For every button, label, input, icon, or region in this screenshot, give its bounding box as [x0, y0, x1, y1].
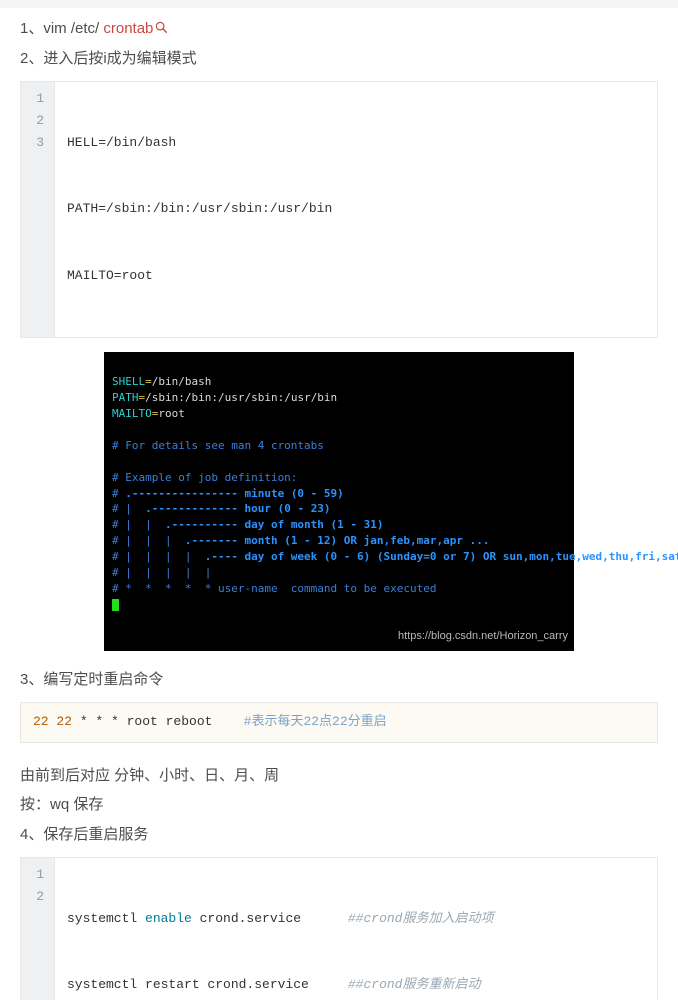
line-numbers: 1 2 3 — [21, 82, 55, 337]
t: SHELL — [112, 375, 145, 388]
watermark: https://blog.csdn.net/Horizon_carry — [398, 629, 568, 645]
code-line: HELL=/bin/bash — [67, 132, 645, 154]
t: root — [158, 407, 185, 420]
t: .---------------- minute (0 - 59) — [125, 487, 344, 500]
t: /sbin:/bin:/usr/sbin:/usr/bin — [145, 391, 337, 404]
code-block-env: 1 2 3 HELL=/bin/bash PATH=/sbin:/bin:/us… — [20, 81, 658, 338]
code-content[interactable]: systemctl enable crond.service ##crond服务… — [55, 858, 657, 1000]
code-content[interactable]: HELL=/bin/bash PATH=/sbin:/bin:/usr/sbin… — [55, 82, 657, 337]
terminal-image: SHELL=/bin/bash PATH=/sbin:/bin:/usr/sbi… — [104, 352, 574, 651]
explain-fields: 由前到后对应 分钟、小时、日、月、周 — [20, 761, 658, 791]
t: = — [145, 375, 152, 388]
code-line: systemctl enable crond.service ##crond服务… — [67, 908, 645, 930]
ln: 2 — [29, 886, 46, 908]
article-container: 1、vim /etc/ crontab 2、进入后按i成为编辑模式 1 2 3 … — [0, 8, 678, 1000]
step-1-text: 1、vim /etc/ — [20, 20, 103, 37]
t: systemctl restart crond.service — [67, 977, 348, 992]
t: # Example of job definition: — [112, 471, 297, 484]
t: ##crond服务重新启动 — [348, 977, 481, 992]
t: MAILTO — [112, 407, 152, 420]
t: .------- month (1 - 12) OR jan,feb,mar,a… — [185, 534, 490, 547]
terminal-cursor — [112, 599, 119, 611]
cron-minute: 22 — [33, 714, 56, 729]
t: crond.service — [192, 911, 348, 926]
t: PATH — [112, 391, 139, 404]
code-line: MAILTO=root — [67, 265, 645, 287]
step-1: 1、vim /etc/ crontab — [20, 14, 658, 44]
t: systemctl — [67, 911, 145, 926]
line-numbers: 1 2 — [21, 858, 55, 1000]
t: /bin/bash — [152, 375, 212, 388]
t: # | — [112, 502, 145, 515]
code-line: systemctl restart crond.service ##crond服… — [67, 974, 645, 996]
code-block-systemctl: 1 2 systemctl enable crond.service ##cro… — [20, 857, 658, 1000]
code-block-cron[interactable]: 22 22 * * * root reboot #表示每天22点22分重启 — [20, 702, 658, 742]
step-3: 3、编写定时重启命令 — [20, 665, 658, 695]
step-2: 2、进入后按i成为编辑模式 — [20, 44, 658, 74]
t: .---------- day of month (1 - 31) — [165, 518, 384, 531]
ln: 2 — [29, 110, 46, 132]
crontab-link[interactable]: crontab — [103, 20, 153, 37]
cron-rest: * * * root reboot — [72, 714, 244, 729]
t: enable — [145, 911, 192, 926]
t: # | | | | — [112, 550, 205, 563]
t: # | | — [112, 518, 165, 531]
t: .---- day of week (0 - 6) (Sunday=0 or 7… — [205, 550, 678, 563]
t: # For details see man 4 crontabs — [112, 439, 324, 452]
ln: 3 — [29, 132, 46, 154]
cron-hour: 22 — [56, 714, 72, 729]
t: .------------- hour (0 - 23) — [145, 502, 330, 515]
explain-save: 按：wq 保存 — [20, 790, 658, 820]
step-4: 4、保存后重启服务 — [20, 820, 658, 850]
t: # | | | | | — [112, 566, 211, 579]
code-line: PATH=/sbin:/bin:/usr/sbin:/usr/bin — [67, 198, 645, 220]
search-icon[interactable] — [154, 20, 168, 34]
terminal-image-wrap: SHELL=/bin/bash PATH=/sbin:/bin:/usr/sbi… — [20, 352, 658, 651]
t: ##crond服务加入启动项 — [348, 911, 494, 926]
t: # * * * * * user-name command to be exec… — [112, 582, 437, 595]
t: # | | | — [112, 534, 185, 547]
t: # — [112, 487, 125, 500]
ln: 1 — [29, 864, 46, 886]
cron-comment: #表示每天22点22分重启 — [244, 714, 387, 729]
ln: 1 — [29, 88, 46, 110]
